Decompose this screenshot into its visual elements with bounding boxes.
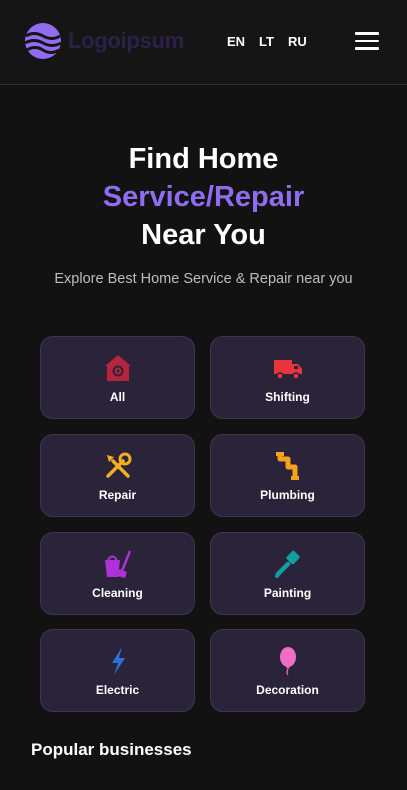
category-card-decoration[interactable]: Decoration	[210, 629, 365, 712]
category-label: Painting	[263, 586, 312, 600]
category-card-cleaning[interactable]: Cleaning	[40, 532, 195, 615]
truck-icon	[273, 360, 302, 380]
category-card-all[interactable]: All	[40, 336, 195, 419]
paint-brush-icon	[274, 550, 300, 578]
category-label: Shifting	[265, 390, 310, 404]
category-card-repair[interactable]: Repair	[40, 434, 195, 517]
hero-line-2: Service/Repair	[102, 181, 305, 213]
pipe-icon	[275, 452, 299, 480]
hero-subtitle: Explore Best Home Service & Repair near …	[54, 271, 353, 287]
popular-businesses-title: Popular businesses	[31, 740, 192, 759]
logo-wave-icon	[24, 23, 62, 59]
category-label: Decoration	[256, 683, 319, 697]
hamburger-menu-icon[interactable]	[355, 32, 379, 50]
language-lt[interactable]: LT	[259, 34, 274, 49]
category-label: Plumbing	[260, 488, 315, 502]
balloon-icon	[279, 647, 296, 676]
hero-line-1: Find Home	[128, 143, 279, 175]
cleaning-bucket-icon	[104, 550, 131, 578]
site-header: Logoipsum EN LT RU	[0, 0, 407, 85]
house-gear-icon	[104, 355, 131, 381]
hero-line-3: Near You	[141, 219, 266, 251]
hero-heading: Find Home Service/Repair Near You	[0, 140, 407, 254]
lightning-bolt-icon	[111, 647, 125, 675]
category-label: Repair	[98, 488, 137, 502]
category-card-electric[interactable]: Electric	[40, 629, 195, 712]
category-label: Cleaning	[92, 586, 143, 600]
category-card-shifting[interactable]: Shifting	[210, 336, 365, 419]
category-label: Electric	[95, 683, 140, 697]
category-card-painting[interactable]: Painting	[210, 532, 365, 615]
language-ru[interactable]: RU	[288, 34, 307, 49]
logo-text: Logoipsum	[68, 28, 184, 53]
category-label: All	[109, 390, 126, 404]
tools-icon	[105, 452, 131, 478]
language-en[interactable]: EN	[227, 34, 245, 49]
category-card-plumbing[interactable]: Plumbing	[210, 434, 365, 517]
logo[interactable]: Logoipsum	[24, 22, 184, 60]
